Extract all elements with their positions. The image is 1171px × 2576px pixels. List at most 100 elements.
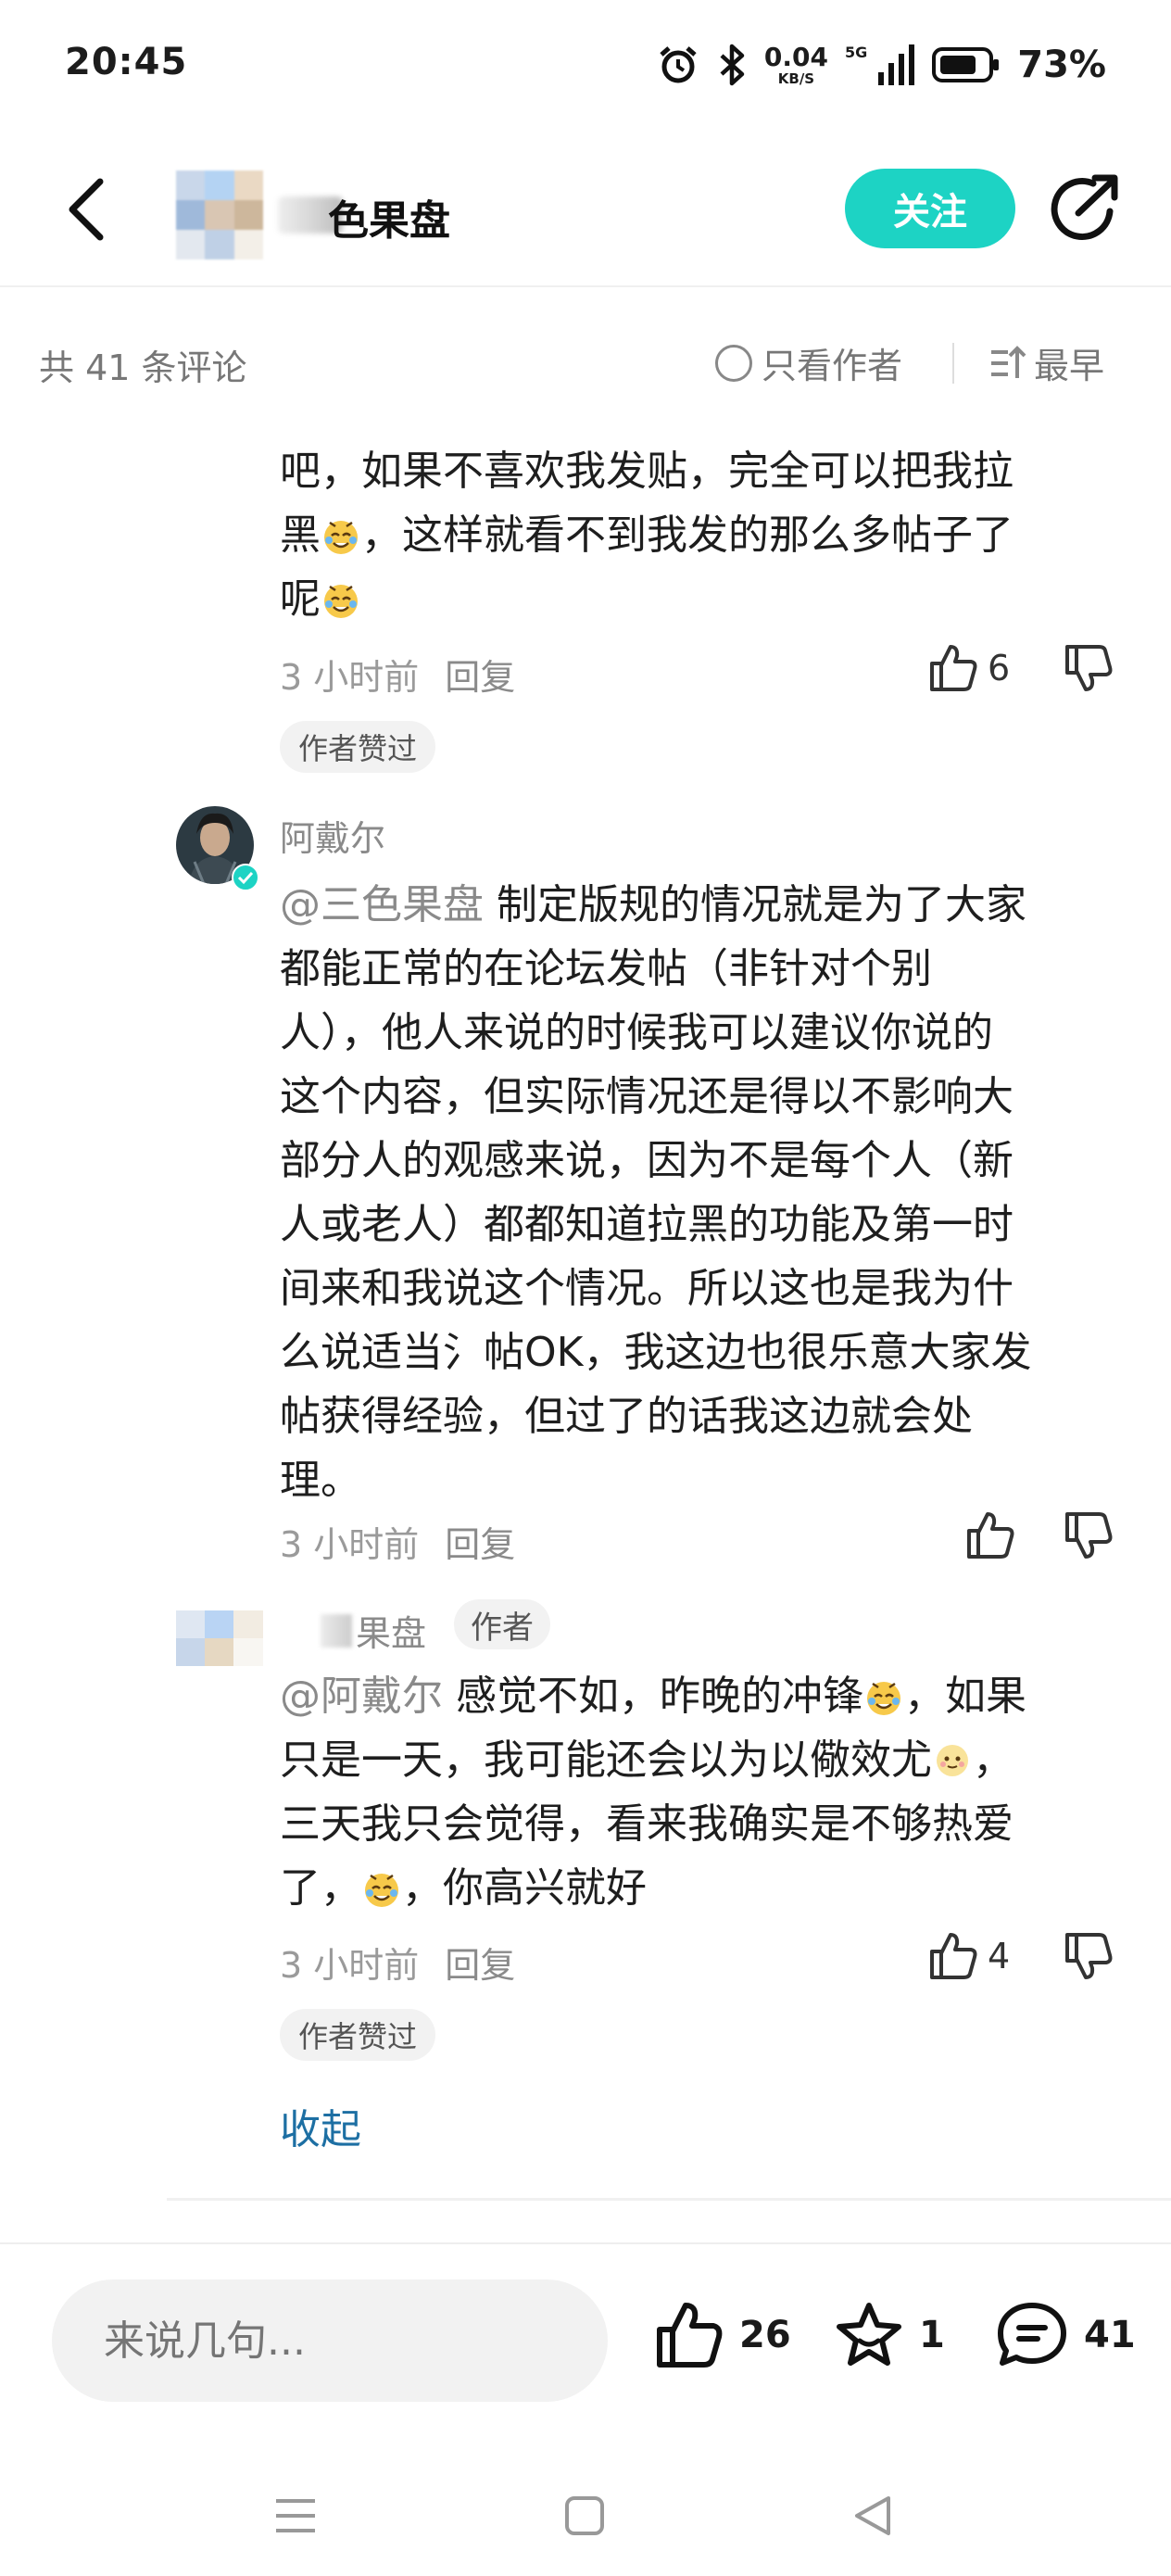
thumbs-up-icon	[930, 1933, 977, 1979]
sort-label: 最早	[1034, 346, 1105, 386]
reply-3-line-4-wrap: 了， ，你高兴就好	[280, 1856, 1132, 1920]
alarm-icon	[660, 46, 697, 83]
reply-3-line-2-wrap: 只是一天，我可能还会以为以儆效尤 ，	[280, 1728, 1132, 1792]
reply-1-line-3: 呢	[280, 575, 321, 623]
reply-1-line-2-wrap: 黑 ，这样就看不到我发的那么多帖子了	[280, 503, 1132, 567]
reply-1-line-1: 吧，如果不喜欢我发贴，完全可以把我拉	[280, 448, 1014, 495]
reply-2-meta: 3 小时前 回复	[280, 1516, 515, 1567]
reply-3-author-badge: 作者	[454, 1599, 550, 1649]
reply-2-username[interactable]: 阿戴尔	[280, 810, 385, 861]
reply-2-line-1-wrap: @三色果盘 制定版规的情况就是为了大家	[280, 873, 1132, 937]
author-name[interactable]: 色果盘	[328, 187, 450, 246]
author-only-label: 只看作者	[762, 346, 903, 386]
reply-3-like-button[interactable]: 4	[928, 1931, 1010, 1981]
reply-2-like-button[interactable]	[965, 1510, 1015, 1560]
thumbs-up-icon	[930, 645, 977, 691]
reply-2-line-8: 么说适当氵帖OK，我这边也很乐意大家发	[280, 1329, 1032, 1376]
reply-2-time: 3 小时前	[280, 1524, 420, 1565]
status-icons: 0.04 KB/S 5G 73%	[657, 37, 1106, 93]
sort-button[interactable]: 最早	[989, 337, 1104, 388]
reply-2-line-7: 间来和我说这个情况。所以这也是我为什	[280, 1265, 1014, 1312]
verified-badge-icon	[232, 864, 259, 891]
menu-icon	[276, 2499, 315, 2532]
divider	[952, 343, 954, 384]
reply-1-like-button[interactable]: 6	[928, 643, 1010, 693]
net-speed-unit: KB/S	[777, 69, 815, 87]
reply-3-like-count: 4	[988, 1936, 1011, 1976]
reply-3-line-2b: ，	[973, 1736, 1014, 1784]
reply-3-mention[interactable]: @阿戴尔	[280, 1673, 443, 1720]
reply-3-line-4a: 了，	[280, 1864, 361, 1912]
crying-laugh-emoji-icon	[324, 521, 358, 554]
favorite-button[interactable]: 1	[834, 2300, 945, 2370]
reply-3-dislike-button[interactable]	[1064, 1931, 1119, 1987]
reply-2-line-10: 理。	[280, 1457, 361, 1504]
back-arrow-icon	[69, 178, 104, 241]
reply-1-line-2b: ，这样就看不到我发的那么多帖子了	[361, 511, 1014, 559]
thumbs-down-icon	[1065, 645, 1113, 691]
reply-1-meta: 3 小时前 回复	[280, 649, 515, 700]
bottom-action-bar: 26 1 41	[0, 2242, 1171, 2456]
author-only-toggle[interactable]: 只看作者	[715, 337, 902, 388]
reply-1-dislike-button[interactable]	[1064, 643, 1119, 699]
reply-3-meta: 3 小时前 回复	[280, 1937, 515, 1988]
reply-3-line-1-wrap: @阿戴尔 感觉不如，昨晚的冲锋 ，如果	[280, 1664, 1132, 1728]
reply-1-line-2a: 黑	[280, 511, 321, 559]
reply-2-content: @三色果盘 制定版规的情况就是为了大家 都能正常的在论坛发帖（非针对个别 人），…	[280, 873, 1132, 1512]
reply-2-line-1: 制定版规的情况就是为了大家	[497, 881, 1026, 928]
reply-3-line-1b: ，如果	[904, 1673, 1026, 1720]
follow-button[interactable]: 关注	[845, 169, 1015, 248]
net-speed-value: 0.04	[763, 41, 828, 72]
reply-2-mention[interactable]: @三色果盘	[280, 881, 484, 928]
reply-2-line-6: 人或老人）都都知道拉黑的功能及第一时	[280, 1201, 1014, 1248]
collapse-replies-link[interactable]: 收起	[280, 2096, 361, 2155]
comments-toolbar: 共 41 条评论 只看作者 最早	[0, 315, 1171, 417]
reply-2-reply-button[interactable]: 回复	[445, 1516, 515, 1567]
reply-1-reply-button[interactable]: 回复	[445, 649, 515, 700]
reply-2-dislike-button[interactable]	[1064, 1510, 1119, 1566]
reply-3-name-redacted	[321, 1614, 352, 1648]
author-avatar[interactable]	[176, 170, 263, 259]
reply-2-line-9: 帖获得经验，但过了的话我这边就会处	[280, 1393, 973, 1440]
menu-nav-button[interactable]	[263, 2483, 328, 2548]
reply-3-avatar[interactable]	[176, 1610, 263, 1666]
sort-icon	[991, 345, 1026, 378]
reply-3-line-1a: 感觉不如，昨晚的冲锋	[456, 1673, 863, 1720]
net-speed: 0.04 KB/S	[764, 44, 828, 86]
pixelated-avatar-icon	[176, 1610, 263, 1666]
triangle-back-icon	[855, 2496, 890, 2535]
reply-3-author-liked-tag: 作者赞过	[280, 2009, 436, 2061]
comment-bubble-icon	[998, 2303, 1066, 2366]
post-like-count: 26	[739, 2314, 791, 2356]
star-icon	[837, 2303, 901, 2366]
share-icon	[1051, 174, 1118, 241]
share-button[interactable]	[1045, 170, 1123, 248]
signal-icon	[878, 44, 915, 85]
reply-2-line-5: 部分人的观感来说，因为不是每个人（新	[280, 1137, 1014, 1184]
divider	[167, 2198, 1171, 2201]
reply-1-content: 吧，如果不喜欢我发贴，完全可以把我拉 黑 ，这样就看不到我发的那么多帖子了 呢	[280, 439, 1132, 631]
back-button[interactable]	[56, 172, 115, 246]
battery-percent: 73%	[1017, 44, 1106, 86]
comment-count: 共 41 条评论	[39, 347, 247, 388]
home-nav-button[interactable]	[552, 2483, 617, 2548]
comment-count-total: 41	[1084, 2314, 1136, 2356]
reply-3-line-4b: ，你高兴就好	[402, 1864, 647, 1912]
like-post-button[interactable]: 26	[654, 2300, 791, 2370]
reply-3-username[interactable]: 果盘	[356, 1605, 426, 1656]
thumbs-up-icon	[967, 1512, 1014, 1559]
back-nav-button[interactable]	[839, 2483, 904, 2548]
comment-input[interactable]	[52, 2279, 608, 2402]
reply-3-line-2a: 只是一天，我可能还会以为以儆效尤	[280, 1736, 932, 1784]
reply-1-author-liked-tag: 作者赞过	[280, 721, 436, 773]
bluetooth-icon	[720, 44, 745, 86]
reply-3-time: 3 小时前	[280, 1945, 420, 1986]
crying-laugh-emoji-icon	[365, 1874, 398, 1907]
reply-2-line-3: 人），他人来说的时候我可以建议你说的	[280, 1009, 993, 1056]
network-type: 5G	[844, 43, 868, 61]
reply-3-reply-button[interactable]: 回复	[445, 1937, 515, 1988]
reply-1-line-3-wrap: 呢	[280, 567, 1132, 631]
comments-button[interactable]: 41	[995, 2300, 1136, 2370]
thumbs-down-icon	[1065, 1512, 1113, 1559]
smiling-face-emoji-icon	[937, 1745, 968, 1776]
